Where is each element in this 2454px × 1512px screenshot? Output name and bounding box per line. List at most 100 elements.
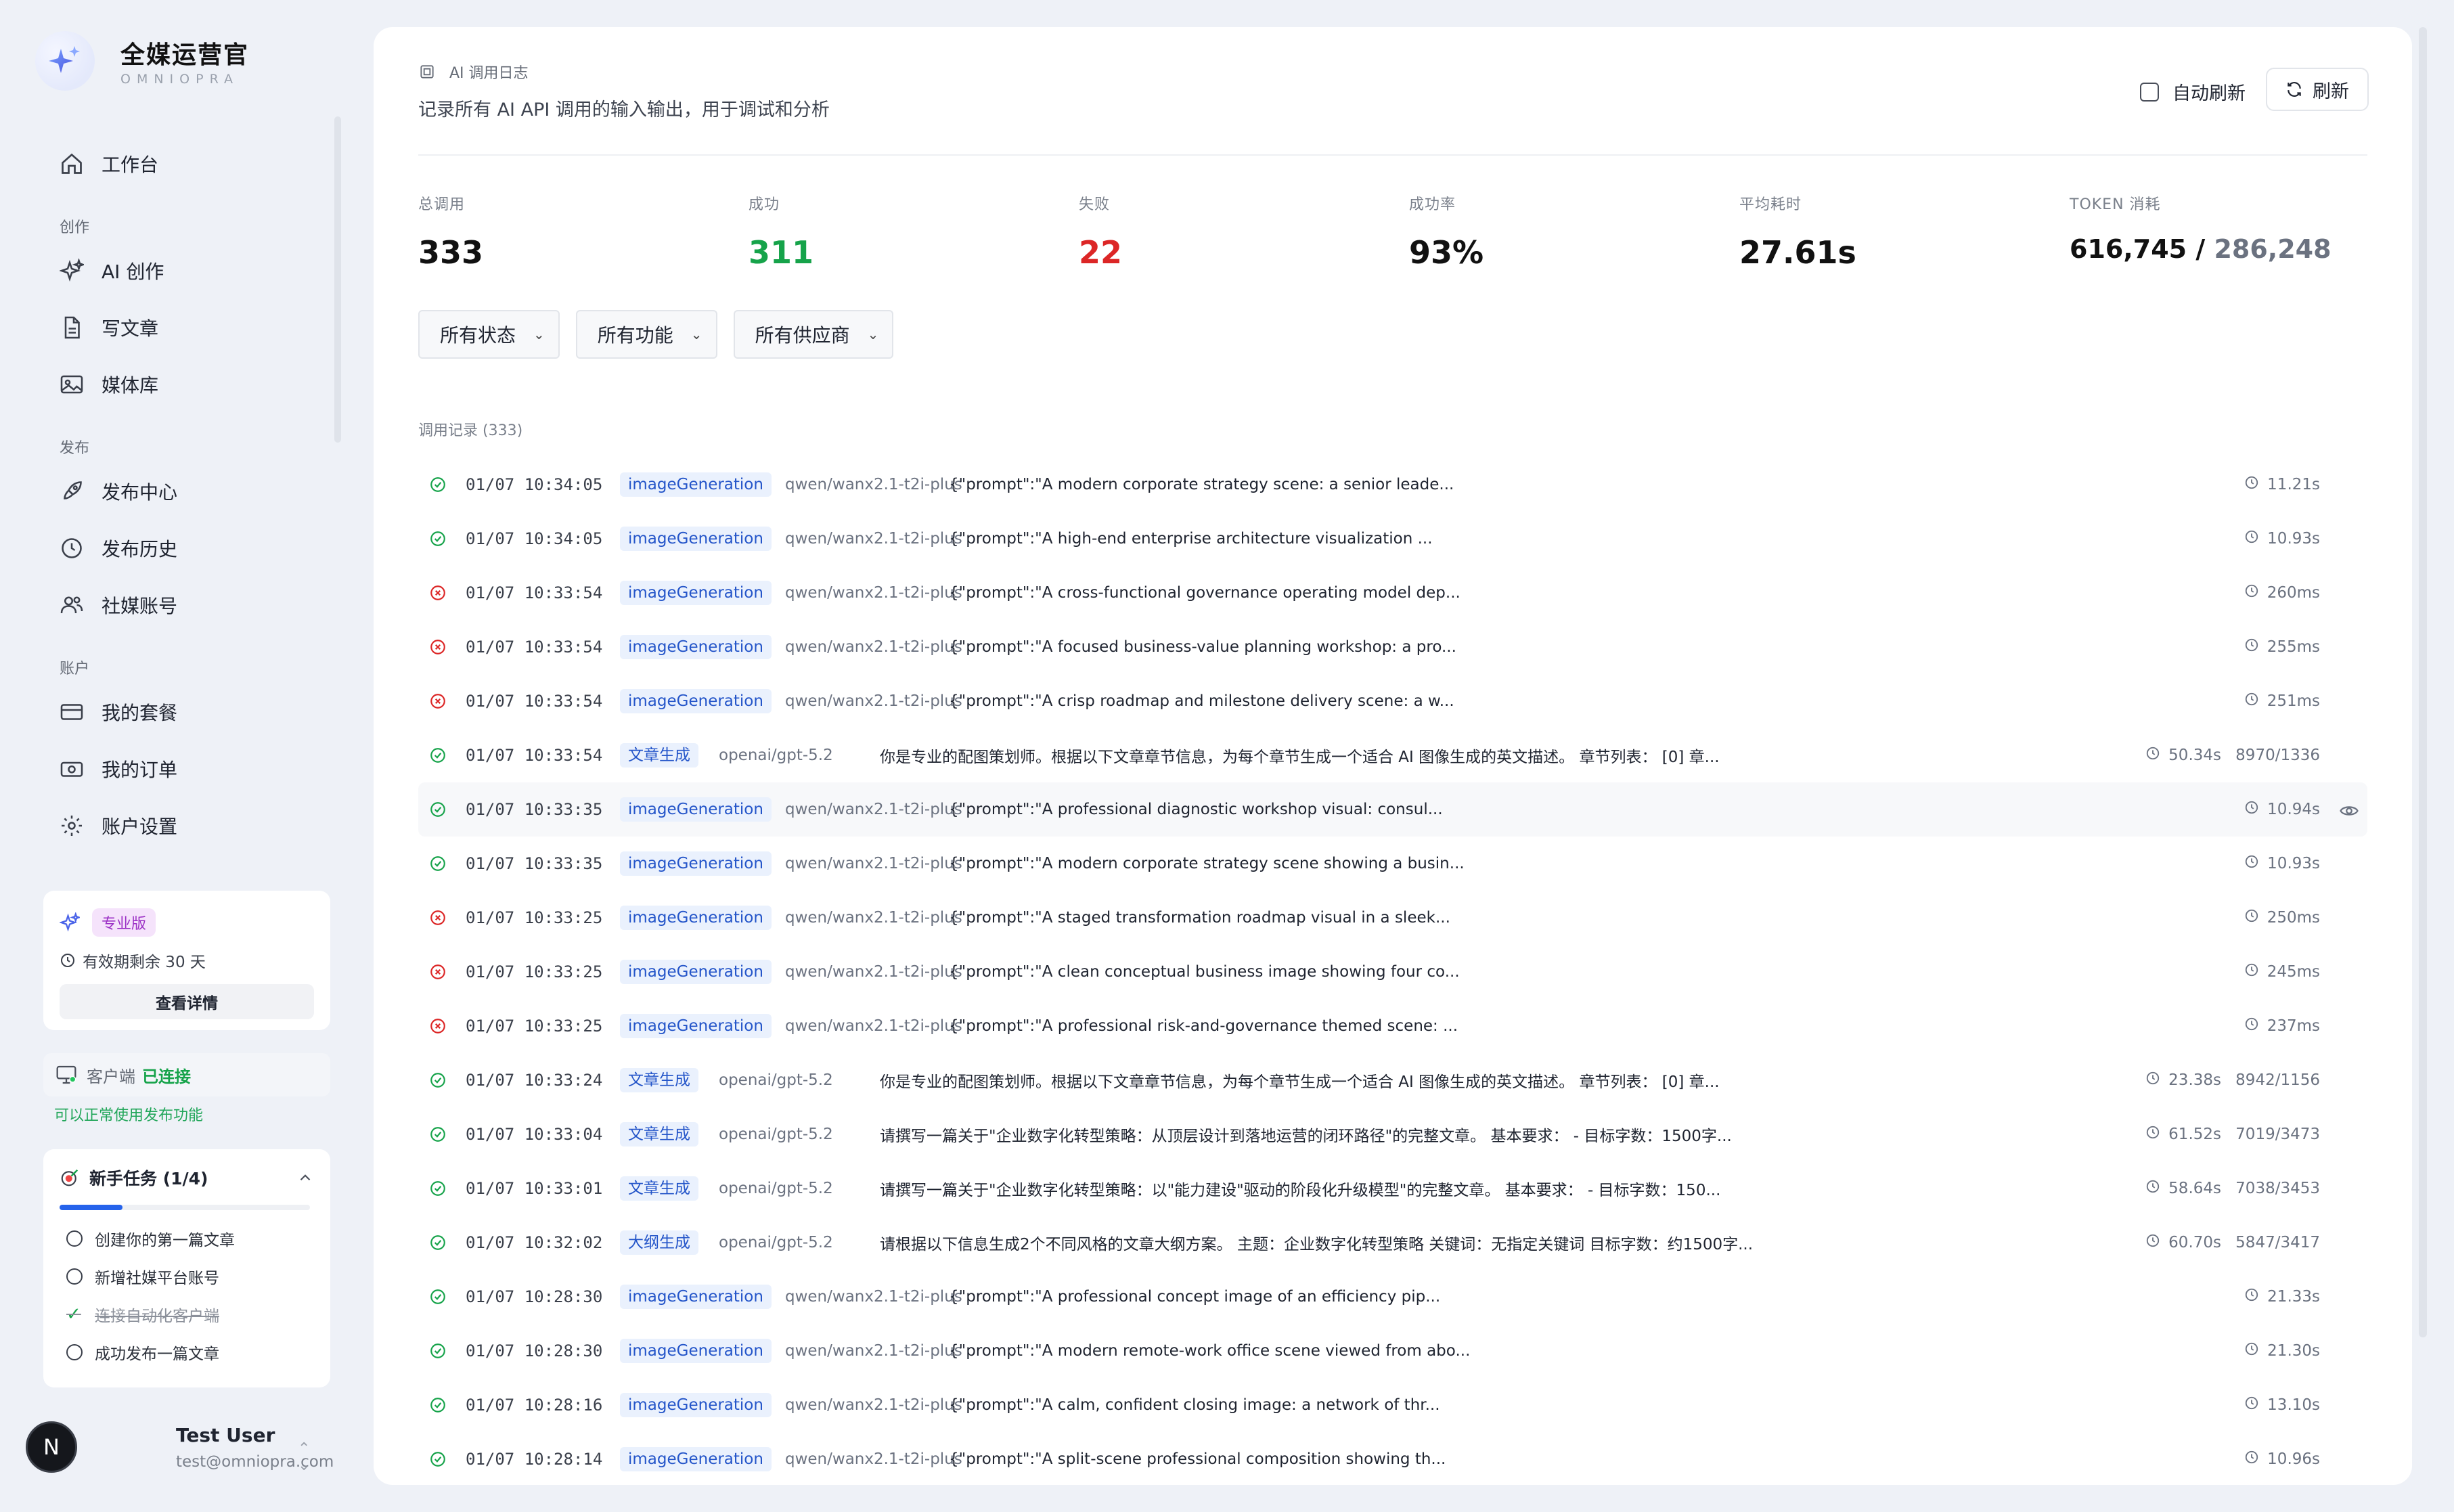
- page-title: AI 调用日志: [449, 65, 529, 82]
- table-row[interactable]: 01/07 10:34:05 imageGeneration qwen/wanx2.…: [418, 512, 2367, 566]
- table-row[interactable]: 01/07 10:33:24 文章生成 openai/gpt-5.2 你是专业的配图策…: [418, 1053, 2367, 1107]
- task-label: 新增社媒平台账号: [95, 1270, 219, 1287]
- row-duration-text: 10.93s: [2267, 855, 2320, 872]
- table-row[interactable]: 01/07 10:33:35 imageGeneration qwen/wanx2.…: [418, 837, 2367, 891]
- receipt-icon: [60, 761, 83, 777]
- row-prompt: {"prompt":"A clean conceptual business i…: [949, 963, 1460, 981]
- provider-filter-select[interactable]: 所有供应商 ⌄: [733, 310, 894, 359]
- auto-refresh-toggle[interactable]: 自动刷新: [2140, 79, 2246, 105]
- radio-icon: [66, 1268, 83, 1285]
- table-row[interactable]: 01/07 10:33:54 文章生成 openai/gpt-5.2 你是专业的配图策…: [418, 728, 2367, 782]
- task-item[interactable]: 成功发布一篇文章: [60, 1333, 314, 1371]
- task-item[interactable]: 新增社媒平台账号: [60, 1258, 314, 1295]
- sidebar-item-media-library[interactable]: 媒体库: [41, 356, 325, 413]
- clock-icon: [2244, 1396, 2267, 1415]
- table-row[interactable]: 01/07 10:33:25 imageGeneration qwen/wanx2.…: [418, 945, 2367, 999]
- row-prompt: {"prompt":"A focused business-value plan…: [949, 638, 1456, 656]
- row-time: 01/07 10:33:35: [466, 800, 603, 819]
- image-icon: [60, 375, 83, 394]
- task-item-done[interactable]: ✓ 连接自动化客户端: [60, 1295, 314, 1333]
- table-row[interactable]: 01/07 10:28:30 imageGeneration qwen/wanx2.…: [418, 1324, 2367, 1378]
- refresh-label: 刷新: [2313, 81, 2349, 102]
- row-prompt: {"prompt":"A modern corporate strategy s…: [949, 855, 1465, 872]
- token-separator: /: [2195, 234, 2206, 264]
- function-tag: imageGeneration: [620, 1014, 772, 1038]
- chevron-down-icon: ⌄: [690, 326, 702, 342]
- table-row[interactable]: 01/07 10:33:54 imageGeneration qwen/wanx2.…: [418, 566, 2367, 620]
- row-time: 01/07 10:32:02: [466, 1233, 603, 1252]
- table-row[interactable]: 01/07 10:33:54 imageGeneration qwen/wanx2.…: [418, 620, 2367, 674]
- chevron-updown-icon: ⌃ ⌄: [298, 1440, 311, 1474]
- sidebar-item-write-article[interactable]: 写文章: [41, 299, 325, 356]
- row-model: qwen/wanx2.1-t2i-plus: [785, 584, 962, 602]
- function-tag: imageGeneration: [620, 527, 772, 551]
- table-row[interactable]: 01/07 10:33:25 imageGeneration qwen/wanx2.…: [418, 999, 2367, 1053]
- table-row[interactable]: 01/07 10:28:16 imageGeneration qwen/wanx2.…: [418, 1378, 2367, 1432]
- table-row[interactable]: 01/07 10:34:05 imageGeneration qwen/wanx2.…: [418, 458, 2367, 512]
- sidebar-item-ai-create[interactable]: AI 创作: [41, 242, 325, 299]
- task-item[interactable]: 创建你的第一篇文章: [60, 1220, 314, 1258]
- stats-row: 总调用 333 成功 311 失败 22 成功率 93% 平均耗时 27.61s…: [418, 192, 2367, 287]
- row-model: qwen/wanx2.1-t2i-plus: [785, 1450, 962, 1468]
- row-time: 01/07 10:33:54: [466, 583, 603, 602]
- row-time: 01/07 10:33:25: [466, 962, 603, 981]
- row-time: 01/07 10:33:04: [466, 1125, 603, 1144]
- clock-icon: [62, 538, 82, 558]
- table-row[interactable]: 01/07 10:33:54 imageGeneration qwen/wanx2.…: [418, 674, 2367, 728]
- status-filter-select[interactable]: 所有状态 ⌄: [418, 310, 560, 359]
- view-eye-icon[interactable]: [2339, 801, 2359, 824]
- chevron-up-icon[interactable]: [296, 1169, 314, 1186]
- sidebar-item-publish-center[interactable]: 发布中心: [41, 463, 325, 520]
- brand[interactable]: 全媒运营官 OMNIOPRA: [35, 31, 249, 91]
- filters: 所有状态 ⌄ 所有功能 ⌄ 所有供应商 ⌄: [418, 310, 910, 359]
- table-row[interactable]: 01/07 10:28:30 imageGeneration qwen/wanx2.…: [418, 1270, 2367, 1324]
- table-row[interactable]: 01/07 10:33:01 文章生成 openai/gpt-5.2 请撰写一篇关于"…: [418, 1161, 2367, 1216]
- sidebar-item-my-orders[interactable]: 我的订单: [41, 740, 325, 797]
- function-tag: imageGeneration: [620, 1447, 772, 1471]
- success-check-icon: [429, 1396, 447, 1414]
- sidebar-item-workbench[interactable]: 工作台: [41, 135, 325, 192]
- function-tag: 文章生成: [620, 1122, 698, 1147]
- table-row[interactable]: 01/07 10:33:35 imageGeneration qwen/wanx2.…: [418, 782, 2367, 837]
- row-duration: 58.64s: [2145, 1179, 2221, 1198]
- user-menu[interactable]: N Test User test@omniopra.com ⌃ ⌄: [26, 1421, 334, 1474]
- function-filter-select[interactable]: 所有功能 ⌄: [575, 310, 717, 359]
- clock-icon: [2244, 1341, 2267, 1360]
- table-row[interactable]: 01/07 10:33:25 imageGeneration qwen/wanx2.…: [418, 891, 2367, 945]
- sidebar-item-publish-history[interactable]: 发布历史: [41, 520, 325, 577]
- plan-expire-text: 有效期剩余 30 天: [83, 954, 206, 971]
- sparkle-icon: [60, 912, 80, 932]
- row-prompt: {"prompt":"A modern remote-work office s…: [949, 1342, 1471, 1360]
- sidebar-item-account-settings[interactable]: 账户设置: [41, 797, 325, 854]
- token-output: 286,248: [2214, 234, 2332, 264]
- sidebar-scrollbar[interactable]: [334, 116, 341, 443]
- function-tag: imageGeneration: [620, 1393, 772, 1417]
- rocket-icon: [64, 481, 82, 499]
- table-row[interactable]: 01/07 10:33:04 文章生成 openai/gpt-5.2 请撰写一篇关于"…: [418, 1107, 2367, 1161]
- page-description: 记录所有 AI API 调用的输入输出，用于调试和分析: [418, 99, 830, 120]
- stat-avg: 平均耗时 27.61s: [1739, 192, 1856, 271]
- success-check-icon: [429, 747, 447, 764]
- sidebar-item-social-accounts[interactable]: 社媒账号: [41, 577, 325, 633]
- row-duration: 23.38s: [2145, 1071, 2221, 1090]
- row-tokens: 8942/1156: [2235, 1071, 2320, 1089]
- row-time: 01/07 10:34:05: [466, 475, 603, 494]
- row-duration-text: 50.34s: [2168, 747, 2221, 764]
- sidebar-item-my-plan[interactable]: 我的套餐: [41, 684, 325, 740]
- chevron-down-icon: ⌄: [867, 326, 879, 342]
- page-scrollbar[interactable]: [2419, 27, 2427, 1337]
- row-duration: 10.94s: [2244, 800, 2320, 819]
- checkbox-icon[interactable]: [2140, 82, 2159, 102]
- plan-details-button[interactable]: 查看详情: [60, 984, 314, 1019]
- refresh-button[interactable]: 刷新: [2266, 68, 2369, 111]
- row-duration: 21.30s: [2244, 1341, 2320, 1360]
- sidebar-item-label: 我的套餐: [102, 702, 178, 724]
- row-prompt: {"prompt":"A high-end enterprise archite…: [949, 530, 1433, 548]
- clock-icon: [2145, 746, 2168, 765]
- table-row[interactable]: 01/07 10:32:02 大纲生成 openai/gpt-5.2 请根据以下信息生…: [418, 1216, 2367, 1270]
- tasks-header[interactable]: 新手任务 (1/4): [60, 1165, 314, 1190]
- table-row[interactable]: 01/07 10:28:14 imageGeneration qwen/wanx2.…: [418, 1432, 2367, 1485]
- row-time: 01/07 10:28:14: [466, 1450, 603, 1469]
- row-duration: 10.93s: [2244, 529, 2320, 548]
- check-icon: ✓: [66, 1304, 81, 1325]
